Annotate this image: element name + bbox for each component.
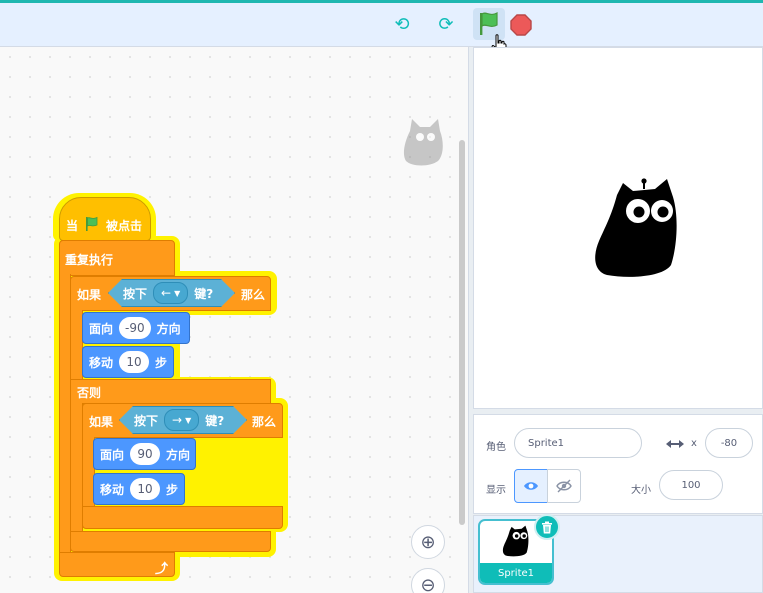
zoom-out-button[interactable]: ⊖	[411, 568, 445, 593]
hat-when-label: 当	[66, 219, 79, 233]
direction-suffix: 方向	[166, 447, 191, 462]
stage-toolbar: ⟲ ⟳	[0, 3, 763, 47]
then-label: 那么	[241, 288, 266, 302]
zoom-out-icon: ⊖	[420, 574, 436, 593]
sprite-cat-icon	[595, 178, 677, 277]
key-pressed-right-block[interactable]: 按下 → ▼ 键?	[119, 406, 247, 434]
move-label: 移动	[100, 482, 125, 497]
x-arrows-icon	[666, 440, 684, 448]
move-steps-block[interactable]: 移动 10 步	[93, 473, 185, 505]
x-field[interactable]: -80	[705, 428, 753, 458]
point-label: 面向	[89, 321, 114, 336]
else-label: 否则	[77, 386, 102, 400]
if-else-block-footer	[70, 531, 271, 552]
if-label: 如果	[77, 288, 102, 302]
eye-slash-icon	[556, 479, 572, 493]
move-steps-block[interactable]: 移动 10 步	[82, 346, 174, 378]
trash-icon	[542, 521, 552, 533]
loop-arrow-icon: ⤴	[155, 562, 169, 577]
forever-label: 重复执行	[65, 253, 114, 267]
hat-clicked-label: 被点击	[106, 219, 143, 233]
point-label: 面向	[100, 447, 125, 462]
green-flag-icon	[86, 216, 98, 231]
key-dropdown[interactable]: ← ▼	[153, 282, 188, 304]
size-field[interactable]: 100	[659, 470, 723, 500]
workspace-scrollbar[interactable]	[459, 140, 465, 525]
show-label: 显示	[486, 485, 506, 496]
hide-button[interactable]	[547, 469, 581, 503]
key-dropdown[interactable]: → ▼	[164, 409, 199, 431]
eye-icon	[524, 482, 538, 490]
sprite-name-field[interactable]: Sprite1	[514, 428, 642, 458]
key-pressed-label: 按下	[134, 413, 159, 428]
sprite-thumbnail	[502, 525, 529, 557]
refresh-icon[interactable]: ⟲	[389, 11, 415, 37]
sprite-label: 角色	[486, 442, 506, 453]
steps-suffix: 步	[166, 482, 179, 497]
move-label: 移动	[89, 355, 114, 370]
delete-sprite-button[interactable]	[534, 514, 560, 540]
x-label: x	[691, 438, 697, 449]
then-label: 那么	[252, 415, 277, 429]
direction-suffix: 方向	[156, 321, 181, 336]
stop-icon	[510, 14, 532, 36]
dropdown-arrow-icon: ▼	[185, 415, 192, 425]
sprite-tile-name: Sprite1	[480, 563, 552, 583]
zoom-in-icon: ⊕	[420, 531, 436, 553]
steps-input[interactable]: 10	[119, 351, 150, 373]
direction-input[interactable]: 90	[130, 443, 161, 465]
sprite-cat-icon	[403, 119, 443, 166]
stop-button[interactable]	[510, 14, 532, 36]
point-in-direction-block[interactable]: 面向 -90 方向	[82, 312, 190, 344]
key-value: ←	[161, 286, 172, 300]
zoom-in-button[interactable]: ⊕	[411, 525, 445, 559]
steps-input[interactable]: 10	[130, 478, 161, 500]
key-pressed-left-block[interactable]: 按下 ← ▼ 键?	[108, 279, 235, 307]
refresh-icon[interactable]: ⟳	[433, 11, 459, 37]
dropdown-arrow-icon: ▼	[174, 288, 181, 298]
key-suffix-label: 键?	[205, 413, 225, 428]
direction-input[interactable]: -90	[119, 317, 151, 339]
show-visible-button[interactable]	[514, 469, 548, 503]
key-pressed-label: 按下	[123, 286, 148, 301]
if-block-footer	[82, 506, 283, 529]
if-label: 如果	[89, 415, 114, 429]
steps-suffix: 步	[155, 355, 168, 370]
key-value: →	[172, 413, 183, 427]
point-in-direction-block[interactable]: 面向 90 方向	[93, 438, 196, 470]
key-suffix-label: 键?	[194, 286, 214, 301]
size-label: 大小	[631, 485, 651, 496]
